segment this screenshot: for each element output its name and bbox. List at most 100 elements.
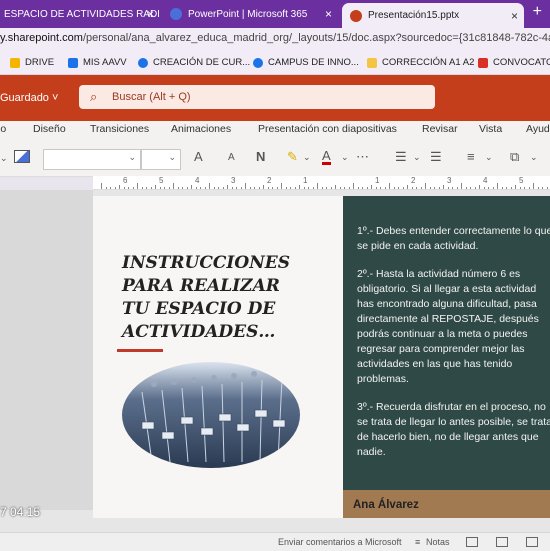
bookmark-creacion-cursos[interactable]: CREACIÓN DE CUR...: [138, 57, 250, 68]
ruler-tick: [348, 187, 350, 189]
ruler-number: 5: [159, 176, 164, 185]
ruler-tick: [416, 187, 417, 189]
powerpoint-icon: [350, 9, 362, 22]
ruler-tick: [303, 187, 305, 189]
search-box[interactable]: ⌕ Buscar (Alt + Q): [79, 85, 435, 109]
mixing-console-drawing: [122, 362, 300, 468]
ruler-tick: [335, 185, 336, 189]
new-tab-button[interactable]: +: [533, 3, 542, 21]
ruler-tick: [470, 187, 471, 189]
font-color-icon[interactable]: A: [322, 149, 331, 165]
tab-presentacion[interactable]: Presentación con diapositivas: [258, 123, 397, 135]
ruler-tick: [173, 183, 174, 189]
chevron-down-icon[interactable]: ⌄: [341, 152, 349, 163]
grow-font-icon[interactable]: A: [194, 149, 203, 164]
ruler-tick: [353, 183, 354, 189]
ruler-tick: [510, 187, 512, 189]
ruler-tick: [146, 187, 147, 189]
close-icon[interactable]: ×: [511, 9, 518, 23]
bookmark-correccion[interactable]: CORRECCIÓN A1 A2: [367, 57, 474, 68]
ruler-tick: [380, 187, 381, 189]
slide[interactable]: INSTRUCCIONES PARA REALIZAR TU ESPACIO D…: [93, 196, 550, 518]
shapes-icon[interactable]: ⧉: [510, 149, 519, 165]
notes-button[interactable]: Notas: [426, 537, 450, 547]
shrink-font-icon[interactable]: A: [228, 152, 235, 163]
font-name-combo[interactable]: ⌄: [43, 149, 141, 170]
ruler-tick: [546, 187, 548, 189]
ruler-tick: [128, 187, 129, 189]
shape-fill-icon[interactable]: [14, 150, 30, 163]
bookmark-mis-aavv[interactable]: MIS AAVV: [68, 57, 127, 68]
align-icon[interactable]: ≡: [467, 149, 475, 164]
reading-view-icon[interactable]: [526, 537, 538, 547]
chevron-down-icon[interactable]: ⌄: [485, 152, 493, 163]
slide-title[interactable]: INSTRUCCIONES PARA REALIZAR TU ESPACIO D…: [122, 252, 322, 344]
notes-icon[interactable]: ≡: [415, 537, 420, 547]
close-icon[interactable]: ×: [147, 7, 154, 21]
search-icon: ⌕: [90, 89, 98, 104]
author-name[interactable]: Ana Álvarez: [353, 499, 419, 511]
close-icon[interactable]: ×: [325, 7, 332, 21]
video-timestamp: 7 04:15: [0, 505, 41, 519]
ruler-tick: [245, 183, 246, 189]
ruler-tick: [488, 187, 489, 189]
tab-presentacion15[interactable]: Presentación15.pptx ×: [342, 3, 524, 28]
tab-ayuda[interactable]: Ayuda: [526, 123, 550, 135]
tab-vista[interactable]: Vista: [479, 123, 502, 135]
instructions-text[interactable]: 1º.- Debes entender correctamente lo que…: [357, 224, 550, 473]
bookmark-convocatoria[interactable]: CONVOCATO: [478, 57, 550, 68]
ruler-tick: [177, 187, 179, 189]
url-text[interactable]: y.sharepoint.com/personal/ana_alvarez_ed…: [0, 32, 550, 44]
highlight-icon[interactable]: ✎: [287, 149, 298, 165]
app-header: Guardado ˅ ⌕ Buscar (Alt + Q): [0, 75, 550, 121]
ruler-tick: [240, 187, 242, 189]
ruler-tick: [254, 187, 255, 189]
slide-sorter-icon[interactable]: [496, 537, 508, 547]
wooden-ledge: Ana Álvarez: [343, 490, 550, 518]
address-bar[interactable]: y.sharepoint.com/personal/ana_alvarez_ed…: [0, 28, 550, 52]
ruler-tick: [429, 187, 431, 189]
bookmark-label: CONVOCATO: [493, 57, 550, 68]
chevron-down-icon[interactable]: ⌄: [413, 152, 421, 163]
ruler-tick: [321, 187, 323, 189]
tab-diseno[interactable]: Diseño: [33, 123, 66, 135]
tab-transiciones[interactable]: Transiciones: [90, 123, 149, 135]
numbering-icon[interactable]: ☰: [430, 149, 442, 165]
ruler-number: 1: [375, 176, 380, 185]
bold-button[interactable]: N: [256, 149, 265, 164]
ruler-tick: [290, 187, 291, 189]
tab-espacio-actividades[interactable]: ESPACIO DE ACTIVIDADES RADIO ×: [0, 2, 160, 26]
ruler-tick: [132, 187, 134, 189]
ruler-tick: [105, 187, 107, 189]
ruler-tick: [524, 187, 525, 189]
ruler-tick: [182, 187, 183, 189]
ruler-tick: [542, 187, 543, 189]
ruler-tick: [276, 187, 278, 189]
font-size-combo[interactable]: ⌄: [141, 149, 181, 170]
bullets-icon[interactable]: ☰: [395, 149, 407, 165]
bookmark-drive[interactable]: DRIVE: [10, 57, 54, 68]
cloud-icon: [253, 57, 263, 68]
tab-powerpoint-365[interactable]: PowerPoint | Microsoft 365 ×: [162, 2, 338, 26]
bookmark-campus-innovacion[interactable]: CAMPUS DE INNO...: [253, 57, 359, 68]
chevron-down-icon[interactable]: ⌄: [0, 153, 8, 164]
ruler-number: 5: [519, 176, 524, 185]
save-status[interactable]: Guardado ˅: [0, 92, 58, 104]
tab-animaciones[interactable]: Animaciones: [171, 123, 231, 135]
more-icon[interactable]: ⋯: [356, 149, 369, 165]
mixing-console-image[interactable]: [122, 362, 300, 468]
folder-icon: [68, 57, 78, 68]
tab-insertar[interactable]: jo: [0, 123, 6, 135]
status-bar: Enviar comentarios a Microsoft ≡ Notas: [0, 532, 550, 551]
ruler-tick: [515, 185, 516, 189]
ruler-tick: [465, 187, 467, 189]
chevron-down-icon[interactable]: ⌄: [303, 152, 311, 163]
ruler-tick: [312, 187, 314, 189]
ruler-tick: [164, 187, 165, 189]
tab-revisar[interactable]: Revisar: [422, 123, 458, 135]
feedback-link[interactable]: Enviar comentarios a Microsoft: [278, 537, 402, 547]
normal-view-icon[interactable]: [466, 537, 478, 547]
chevron-down-icon[interactable]: ⌄: [530, 152, 538, 163]
ruler-tick: [483, 187, 485, 189]
ruler-tick: [375, 187, 377, 189]
